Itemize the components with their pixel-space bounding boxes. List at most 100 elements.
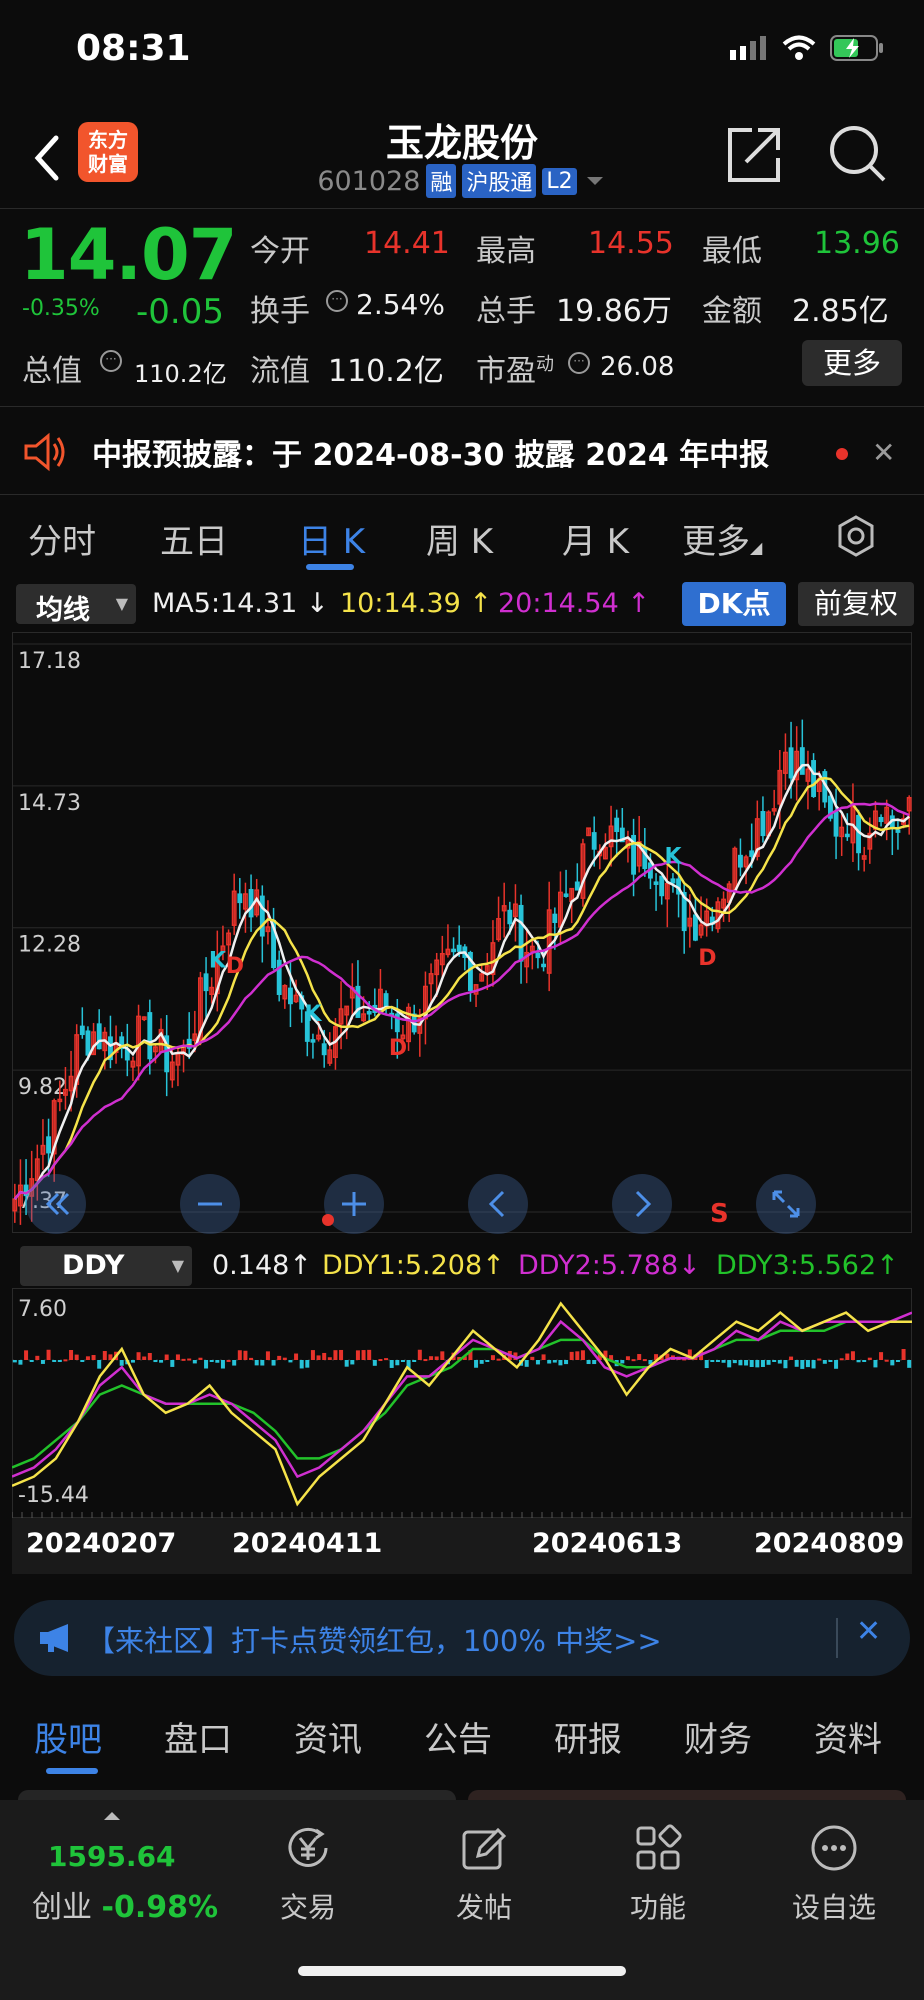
tag-level2: L2 bbox=[542, 167, 577, 195]
tab-daily-k[interactable]: 日 K bbox=[298, 514, 365, 563]
dk-point-button[interactable]: DK点 bbox=[682, 582, 786, 626]
arrow-up-icon: ↑ bbox=[469, 588, 492, 619]
active-tab-indicator bbox=[46, 1768, 98, 1774]
d-marker: D bbox=[226, 954, 244, 979]
search-button[interactable] bbox=[826, 122, 890, 186]
zoom-in-button[interactable] bbox=[324, 1174, 384, 1234]
tab-five-day[interactable]: 五日 bbox=[160, 514, 228, 563]
ddy-bar bbox=[249, 1357, 254, 1360]
tab-profile[interactable]: 资料 bbox=[814, 1712, 882, 1761]
more-quote-button[interactable]: 更多 bbox=[802, 340, 902, 386]
turnover-value: 2.54% bbox=[356, 288, 445, 321]
tab-weekly-k[interactable]: 周 K bbox=[426, 514, 493, 563]
tab-financials[interactable]: 财务 bbox=[684, 1712, 752, 1761]
ddy-bar bbox=[490, 1355, 495, 1360]
candle-body bbox=[451, 948, 456, 953]
index-ticker[interactable]: 1595.64 创业 -0.98% bbox=[14, 1810, 224, 1930]
ddy-bar bbox=[541, 1354, 546, 1360]
ma10-line bbox=[13, 776, 910, 1200]
forward-adjust-button[interactable]: 前复权 bbox=[798, 582, 914, 626]
ma-indicator-bar: 均线 ▼ MA5:14.31 ↓ 10:14.39 ↑ 20:14.54 ↑ DK… bbox=[0, 580, 924, 628]
ddy-bar bbox=[237, 1350, 242, 1360]
tab-intraday[interactable]: 分时 bbox=[28, 514, 96, 563]
ddy-bar bbox=[294, 1353, 299, 1360]
market-cap-label: 总值 bbox=[22, 354, 82, 389]
status-icons bbox=[730, 30, 884, 66]
double-left-button[interactable] bbox=[26, 1174, 86, 1234]
arrow-up-icon: ↑ bbox=[627, 588, 650, 619]
pe-info-icon[interactable]: ··· bbox=[568, 352, 590, 374]
ma-selector[interactable]: 均线 ▼ bbox=[16, 584, 136, 626]
ddy-bar bbox=[85, 1356, 90, 1360]
candle-body bbox=[259, 895, 265, 937]
arrow-up-icon: ↑ bbox=[876, 1250, 899, 1281]
ddy-bar bbox=[136, 1352, 141, 1360]
tab-orderbook[interactable]: 盘口 bbox=[164, 1712, 232, 1761]
candlestick-chart[interactable]: 17.1814.7312.289.827.37KDKDKDS bbox=[12, 632, 912, 1238]
ddy-bar bbox=[434, 1356, 439, 1360]
ddy-bar bbox=[181, 1358, 186, 1361]
tab-more[interactable]: 更多◢ bbox=[682, 514, 762, 563]
tab-forum[interactable]: 股吧 bbox=[34, 1712, 102, 1761]
index-row: 创业 -0.98% bbox=[32, 1882, 218, 1926]
float-cap-value: 110.2亿 bbox=[328, 354, 444, 389]
ddy-frame bbox=[12, 1288, 912, 1518]
share-button[interactable] bbox=[722, 122, 786, 186]
zoom-out-button[interactable] bbox=[180, 1174, 240, 1234]
left-button[interactable] bbox=[468, 1174, 528, 1234]
index-change: -0.98% bbox=[101, 1890, 219, 1925]
ddy-bar bbox=[856, 1360, 861, 1363]
ddy-chart[interactable]: 7.60 -15.44 bbox=[12, 1288, 912, 1518]
right-button[interactable] bbox=[612, 1174, 672, 1234]
ddy-bar bbox=[192, 1360, 197, 1364]
turnover-info-icon[interactable]: ··· bbox=[326, 290, 348, 312]
ddy-bar bbox=[569, 1351, 574, 1360]
banner-close-button[interactable]: ✕ bbox=[856, 1614, 881, 1649]
tab-research[interactable]: 研报 bbox=[554, 1712, 622, 1761]
stock-header: 东方 财富 玉龙股份 601028 融 沪股通 L2 bbox=[0, 100, 924, 210]
nav-add-watchlist[interactable]: 设自选 bbox=[774, 1822, 894, 1926]
arrow-down-icon: ↓ bbox=[305, 588, 329, 619]
community-banner[interactable]: 【来社区】打卡点赞领红包，100% 中奖>> ✕ bbox=[14, 1600, 910, 1676]
nav-trade[interactable]: 交易 bbox=[248, 1822, 368, 1926]
ddy-bar bbox=[339, 1349, 344, 1360]
ddy2-value: DDY2:5.788↓ bbox=[518, 1250, 701, 1281]
ddy-bar bbox=[361, 1350, 366, 1360]
candle-body bbox=[738, 854, 743, 868]
red-dot bbox=[322, 1214, 334, 1226]
expand-button[interactable] bbox=[756, 1174, 816, 1234]
ddy-bar bbox=[91, 1355, 96, 1360]
home-indicator bbox=[298, 1966, 626, 1976]
indicator-selector[interactable]: DDY ▼ bbox=[20, 1246, 192, 1286]
change-amount: -0.05 bbox=[136, 292, 224, 332]
arrow-down-icon: ↓ bbox=[678, 1250, 701, 1281]
ddy-bar bbox=[738, 1360, 743, 1366]
tab-news[interactable]: 资讯 bbox=[294, 1712, 362, 1761]
nav-functions[interactable]: 功能 bbox=[598, 1822, 718, 1926]
ddy-bar bbox=[535, 1360, 540, 1365]
candle-body bbox=[799, 747, 805, 775]
ddy-bar bbox=[772, 1360, 777, 1362]
tab-monthly-k[interactable]: 月 K bbox=[562, 514, 629, 563]
notice-bar[interactable]: 中报预披露：于 2024-08-30 披露 2024 年中报 ✕ bbox=[0, 408, 924, 494]
candle-body bbox=[518, 904, 524, 962]
speaker-icon bbox=[24, 432, 65, 472]
candle-body bbox=[46, 1136, 51, 1154]
candle-body bbox=[833, 811, 839, 837]
tab-announcements[interactable]: 公告 bbox=[424, 1712, 492, 1761]
ddy-bar bbox=[74, 1354, 79, 1360]
candle-body bbox=[878, 816, 884, 823]
nav-post[interactable]: 发帖 bbox=[424, 1822, 544, 1926]
ddy-bar bbox=[710, 1360, 715, 1362]
notice-close-button[interactable]: ✕ bbox=[872, 436, 895, 469]
ddy-bar bbox=[800, 1360, 805, 1369]
market-cap-info-icon[interactable]: ··· bbox=[100, 350, 122, 372]
ddy-bar bbox=[485, 1360, 490, 1362]
chart-settings-button[interactable] bbox=[834, 514, 878, 558]
candle-body bbox=[383, 993, 389, 1007]
nav-functions-label: 功能 bbox=[629, 1891, 686, 1924]
low-label: 最低 bbox=[702, 234, 762, 269]
ddy-bar bbox=[625, 1356, 630, 1360]
ddy-bar bbox=[580, 1350, 585, 1360]
ddy-bar bbox=[288, 1360, 293, 1363]
